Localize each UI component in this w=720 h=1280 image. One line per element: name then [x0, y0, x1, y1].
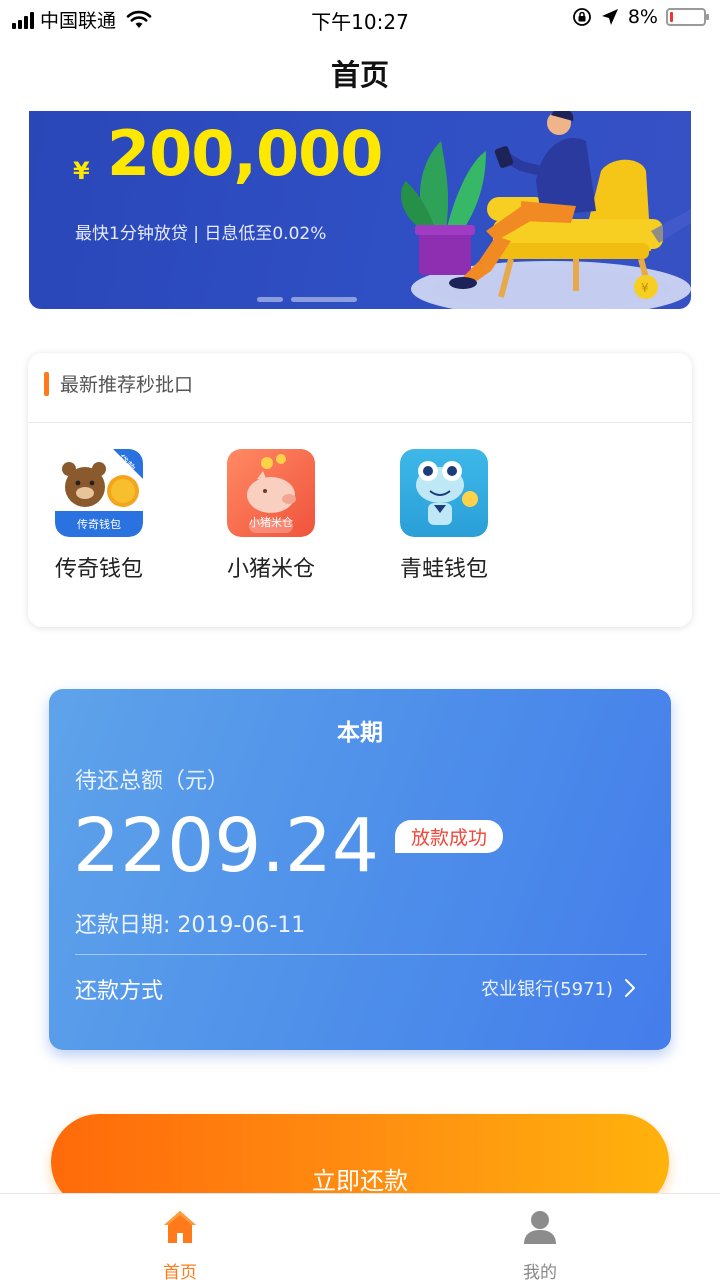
- banner-illustration: ¥: [401, 111, 691, 309]
- recommend-card: 最新推荐秒批口 贷款 传奇钱包 传奇钱包 小猪米仓 小猪米仓 青蛙钱包: [28, 353, 692, 627]
- app-icon-caption: 传奇钱包: [77, 518, 121, 531]
- divider: [75, 954, 647, 955]
- person-icon: [524, 1211, 556, 1244]
- section-accent-bar: [44, 372, 49, 396]
- amount-due-label: 待还总额（元）: [75, 769, 230, 794]
- banner-currency: ¥: [73, 157, 90, 185]
- app-name: 传奇钱包: [54, 557, 143, 582]
- svg-text:¥: ¥: [641, 281, 649, 295]
- bill-card: 本期 待还总额（元） 2209.24 放款成功 还款日期: 2019-06-11…: [49, 689, 671, 1050]
- app-name: 小猪米仓: [226, 557, 315, 582]
- chevron-right-icon[interactable]: [623, 978, 637, 998]
- battery-percent: 8%: [627, 6, 658, 28]
- frog-icon: [400, 449, 488, 537]
- tab-label: 我的: [523, 1263, 557, 1280]
- status-bar: 中国联通 下午10:27 8%: [0, 0, 720, 36]
- recommend-header: 最新推荐秒批口: [28, 353, 692, 423]
- app-name: 青蛙钱包: [399, 557, 488, 582]
- orientation-lock-icon: [572, 8, 591, 26]
- page-title: 首页: [330, 58, 389, 92]
- battery-level: [670, 12, 673, 22]
- banner-page-indicator: [257, 297, 357, 302]
- battery-icon: [666, 8, 709, 26]
- bear-coin-icon: 贷款 传奇钱包: [55, 449, 143, 537]
- status-badge: 放款成功: [395, 820, 504, 853]
- status-right: 8%: [572, 6, 709, 28]
- tab-mine[interactable]: 我的: [480, 1208, 600, 1280]
- amount-due-value: 2209.24: [73, 803, 380, 889]
- piggy-bank-icon: 小猪米仓: [227, 449, 315, 537]
- banner-subtitle: 最快1分钟放贷 | 日息低至0.02%: [75, 224, 327, 244]
- promo-banner[interactable]: ¥ 200,000 最快1分钟放贷 | 日息低至0.02% ¥: [29, 111, 691, 309]
- recommend-title: 最新推荐秒批口: [60, 374, 194, 396]
- bill-period: 本期: [337, 720, 383, 746]
- app-icon-caption: 小猪米仓: [249, 516, 293, 529]
- banner-amount: 200,000: [107, 117, 383, 190]
- location-arrow-icon: [601, 9, 618, 25]
- tab-home[interactable]: 首页: [120, 1208, 240, 1280]
- home-icon: [164, 1211, 196, 1243]
- due-date: 还款日期: 2019-06-11: [75, 913, 306, 938]
- app-item-chuanqi[interactable]: 贷款 传奇钱包 传奇钱包: [39, 449, 159, 583]
- tab-bar: 首页 我的: [0, 1193, 720, 1280]
- payment-method-label: 还款方式: [75, 979, 164, 1004]
- tab-label: 首页: [163, 1263, 197, 1280]
- payment-method-value[interactable]: 农业银行(5971): [481, 975, 613, 1001]
- app-item-xiaozhu[interactable]: 小猪米仓 小猪米仓: [211, 449, 331, 583]
- app-item-qingwa[interactable]: 青蛙钱包: [384, 449, 504, 583]
